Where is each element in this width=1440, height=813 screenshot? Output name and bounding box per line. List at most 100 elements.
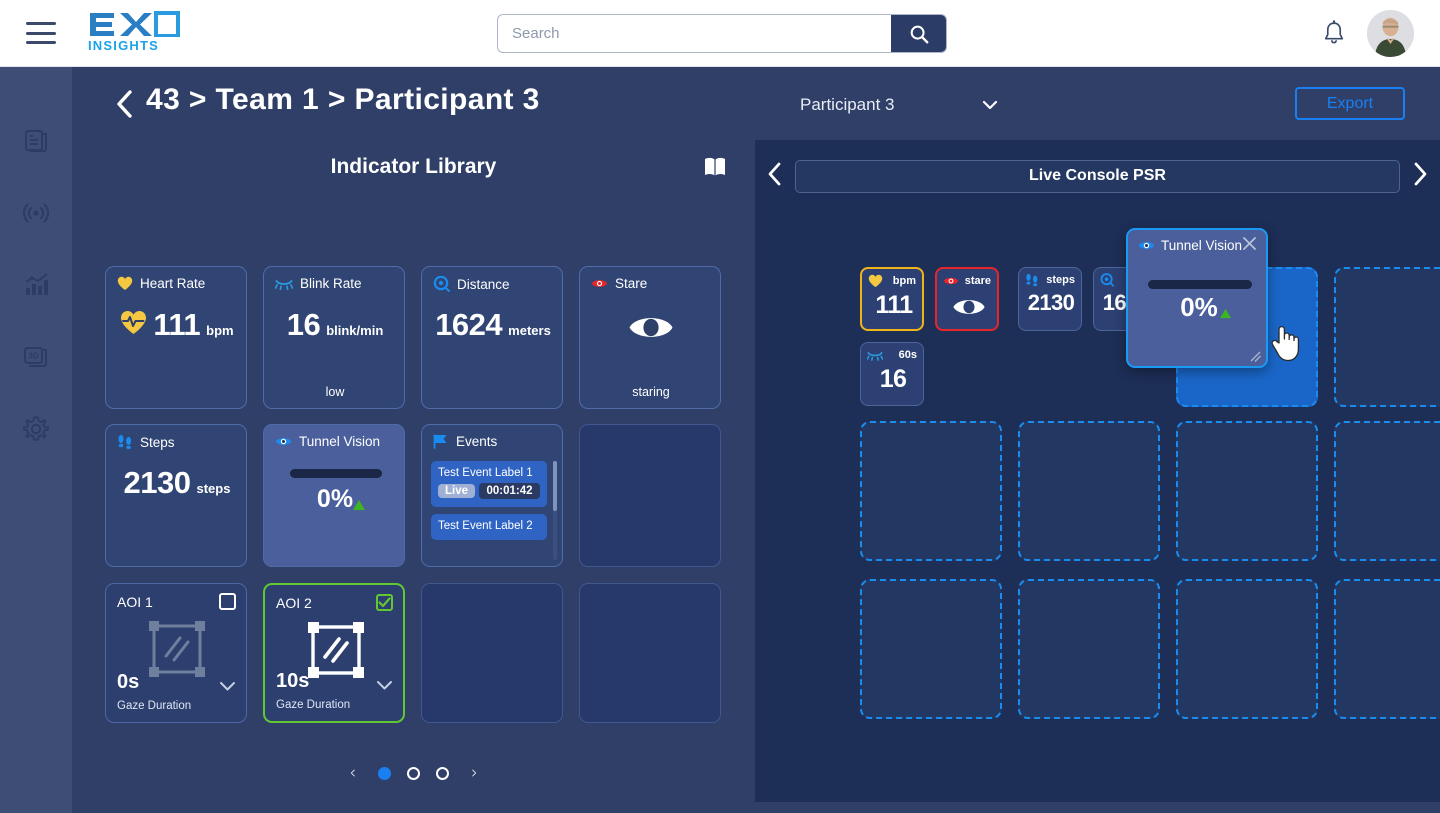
aoi-card-1[interactable]: AOI 1 0s Gaze Duration bbox=[105, 583, 247, 723]
console-slot-7[interactable] bbox=[860, 579, 1002, 719]
list-item[interactable]: Test Event Label 2 bbox=[431, 514, 547, 540]
bell-icon[interactable] bbox=[1321, 20, 1347, 47]
tape-measure-icon bbox=[433, 276, 450, 292]
widget-header: Tunnel Vision bbox=[1138, 238, 1242, 253]
sidebar-item-live-signal[interactable] bbox=[0, 187, 72, 239]
aoi-card-2[interactable]: AOI 2 10s Gaze Duration bbox=[263, 583, 405, 723]
tile-unit: 60s bbox=[898, 349, 917, 361]
card-value-row bbox=[580, 311, 722, 344]
resize-handle-icon[interactable] bbox=[1249, 350, 1262, 363]
console-title: Live Console PSR bbox=[1029, 167, 1166, 184]
close-icon[interactable] bbox=[1242, 236, 1257, 251]
search-input[interactable] bbox=[498, 15, 891, 52]
console-slot-4[interactable] bbox=[1018, 421, 1160, 561]
chevron-down-icon[interactable] bbox=[219, 680, 236, 692]
console-slot-9[interactable] bbox=[1176, 579, 1318, 719]
breadcrumb[interactable]: 43 > Team 1 > Participant 3 bbox=[146, 83, 540, 117]
card-value: 2130 bbox=[123, 465, 191, 500]
indicator-card-events[interactable]: Events Test Event Label 1 Live 00:01:42 … bbox=[421, 424, 563, 567]
pagination-next-icon[interactable] bbox=[465, 762, 483, 784]
aoi-checkbox[interactable] bbox=[219, 593, 236, 610]
tile-value: 2130 bbox=[1027, 290, 1075, 315]
indicator-card-blink-rate[interactable]: Blink Rate 16 blink/min low bbox=[263, 266, 405, 409]
indicator-card-steps[interactable]: Steps 2130 steps bbox=[105, 424, 247, 567]
event-live-badge: Live bbox=[438, 484, 476, 498]
tile-header: 60s bbox=[867, 348, 917, 362]
card-title: Heart Rate bbox=[140, 276, 206, 291]
tile-unit: bpm bbox=[892, 275, 916, 287]
console-tile-stare[interactable]: stare bbox=[935, 267, 999, 331]
tunnel-vision-progress-bar bbox=[290, 469, 382, 478]
eye-icon bbox=[953, 300, 985, 314]
pagination-dot-3[interactable] bbox=[436, 766, 449, 780]
console-tile-steps[interactable]: steps 2130 bbox=[1018, 267, 1082, 331]
sidebar-item-reports[interactable] bbox=[0, 115, 72, 167]
console-nav: Live Console PSR bbox=[755, 154, 1440, 198]
red-eye-icon bbox=[943, 277, 959, 285]
indicator-card-empty-3[interactable] bbox=[579, 583, 721, 723]
search-button[interactable] bbox=[891, 15, 946, 52]
console-slot-8[interactable] bbox=[1018, 579, 1160, 719]
card-footnote: low bbox=[325, 385, 345, 399]
app-logo[interactable]: INSIGHTS bbox=[88, 11, 180, 55]
console-slot-2[interactable] bbox=[1334, 267, 1440, 407]
indicator-card-tunnel-vision[interactable]: Tunnel Vision 0% bbox=[263, 424, 405, 567]
sidebar-item-3d[interactable]: 3D bbox=[0, 331, 72, 383]
chevron-left-icon bbox=[768, 162, 781, 185]
area-of-interest-icon bbox=[308, 622, 364, 678]
tunnel-vision-floating-widget[interactable]: Tunnel Vision 0% bbox=[1126, 228, 1268, 368]
bar-chart-icon bbox=[25, 273, 48, 295]
events-scrollbar[interactable] bbox=[553, 461, 557, 560]
pagination-dot-1[interactable] bbox=[378, 766, 391, 780]
console-slot-3[interactable] bbox=[860, 421, 1002, 561]
pagination-dot-2[interactable] bbox=[407, 766, 420, 780]
indicator-card-stare[interactable]: Stare staring bbox=[579, 266, 721, 409]
card-title: Blink Rate bbox=[300, 276, 362, 291]
aoi-checkbox[interactable] bbox=[376, 594, 393, 611]
console-slot-5[interactable] bbox=[1176, 421, 1318, 561]
console-slot-6[interactable] bbox=[1334, 421, 1440, 561]
participant-selector-value: Participant 3 bbox=[800, 95, 895, 114]
avatar-image bbox=[1367, 10, 1414, 57]
participant-selector[interactable]: Participant 3 bbox=[800, 91, 1000, 119]
closed-eye-icon bbox=[867, 351, 883, 361]
closed-eye-icon bbox=[275, 280, 293, 290]
indicator-card-empty-1[interactable] bbox=[579, 424, 721, 567]
svg-text:3D: 3D bbox=[28, 352, 38, 361]
sidebar-item-settings[interactable] bbox=[0, 403, 72, 455]
console-tile-blink[interactable]: 60s 16 bbox=[860, 342, 924, 406]
exo-logo-icon bbox=[90, 11, 180, 37]
export-button[interactable]: Export bbox=[1295, 87, 1405, 120]
back-chevron-icon[interactable] bbox=[114, 89, 136, 119]
widget-value: 0% bbox=[1180, 292, 1218, 322]
sidebar-item-analytics[interactable] bbox=[0, 259, 72, 311]
aoi-title: AOI 2 bbox=[276, 595, 312, 611]
aoi-duration: 10s bbox=[276, 670, 310, 692]
avatar[interactable] bbox=[1367, 10, 1414, 57]
tile-value: 16 bbox=[879, 365, 907, 393]
tile-unit: steps bbox=[1046, 274, 1075, 286]
book-icon[interactable] bbox=[703, 156, 727, 178]
console-slot-10[interactable] bbox=[1334, 579, 1440, 719]
tile-header: steps bbox=[1025, 273, 1075, 287]
console-next-button[interactable] bbox=[1400, 161, 1440, 192]
card-title: Events bbox=[456, 434, 498, 449]
console-tile-bpm[interactable]: bpm 111 bbox=[860, 267, 924, 331]
logo-subtitle: INSIGHTS bbox=[88, 38, 159, 53]
indicator-card-distance[interactable]: Distance 1624 meters bbox=[421, 266, 563, 409]
document-report-icon bbox=[25, 130, 47, 152]
indicator-card-heart-rate[interactable]: Heart Rate 111 bpm bbox=[105, 266, 247, 409]
list-item[interactable]: Test Event Label 1 Live 00:01:42 bbox=[431, 461, 547, 507]
console-prev-button[interactable] bbox=[755, 161, 795, 192]
console-title-box[interactable]: Live Console PSR bbox=[795, 159, 1400, 193]
pagination-prev-icon[interactable] bbox=[344, 762, 362, 784]
events-scrollbar-thumb[interactable] bbox=[553, 461, 557, 511]
card-header: Tunnel Vision bbox=[275, 434, 380, 449]
heartbeat-icon bbox=[121, 311, 147, 334]
events-list[interactable]: Test Event Label 1 Live 00:01:42 Test Ev… bbox=[431, 461, 547, 560]
indicator-card-empty-2[interactable] bbox=[421, 583, 563, 723]
hamburger-icon[interactable] bbox=[26, 22, 56, 44]
event-label: Test Event Label 2 bbox=[438, 520, 533, 532]
chevron-down-icon[interactable] bbox=[376, 679, 393, 691]
search-icon bbox=[910, 25, 928, 43]
